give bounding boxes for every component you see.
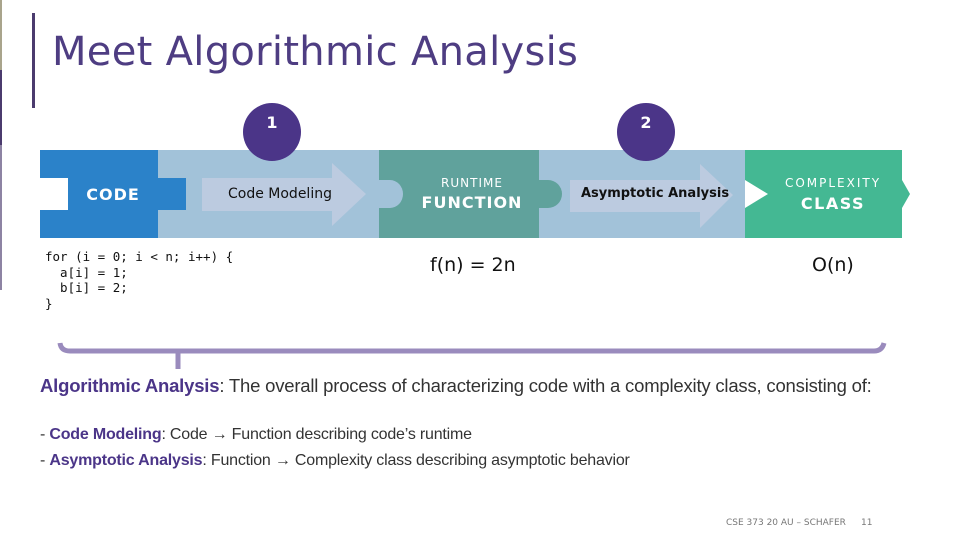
footer-course: CSE 373 20 AU – SCHAFER bbox=[726, 518, 846, 528]
bullet-term: Asymptotic Analysis bbox=[49, 452, 203, 469]
bullet-text: : Code → Function describing code’s runt… bbox=[161, 426, 472, 443]
complexity-class-value: O(n) bbox=[812, 254, 854, 276]
process-diagram bbox=[40, 150, 910, 238]
bracket-line bbox=[57, 342, 887, 354]
definition-text: Algorithmic Analysis: The overall proces… bbox=[40, 375, 900, 396]
code-sample: for (i = 0; i < n; i++) { a[i] = 1; b[i]… bbox=[45, 249, 234, 311]
bullet-asymptotic-analysis: - Asymptotic Analysis: Function → Comple… bbox=[40, 452, 630, 470]
definition-term: Algorithmic Analysis bbox=[40, 375, 220, 396]
bullet-dash: - bbox=[40, 426, 50, 443]
bullet-text: : Function → Complexity class describing… bbox=[202, 452, 630, 469]
function-stage-title: FUNCTION bbox=[421, 193, 523, 212]
class-stage-subtitle: COMPLEXITY bbox=[784, 176, 882, 190]
bullet-dash: - bbox=[40, 452, 50, 469]
step-2-badge: 2 bbox=[617, 103, 675, 161]
code-stage-label: CODE bbox=[86, 185, 140, 204]
page-number: 11 bbox=[861, 518, 873, 528]
bullet-term: Code Modeling bbox=[49, 426, 162, 443]
bullet-code-modeling: - Code Modeling: Code → Function describ… bbox=[40, 426, 472, 444]
runtime-function-value: f(n) = 2n bbox=[430, 254, 516, 276]
step-2-label: Asymptotic Analysis bbox=[580, 186, 730, 201]
step-1-label: Code Modeling bbox=[228, 186, 332, 202]
function-stage-subtitle: RUNTIME bbox=[441, 176, 503, 190]
class-stage-title: CLASS bbox=[800, 194, 866, 213]
definition-body: : The overall process of characterizing … bbox=[219, 375, 872, 396]
step-1-badge: 1 bbox=[243, 103, 301, 161]
